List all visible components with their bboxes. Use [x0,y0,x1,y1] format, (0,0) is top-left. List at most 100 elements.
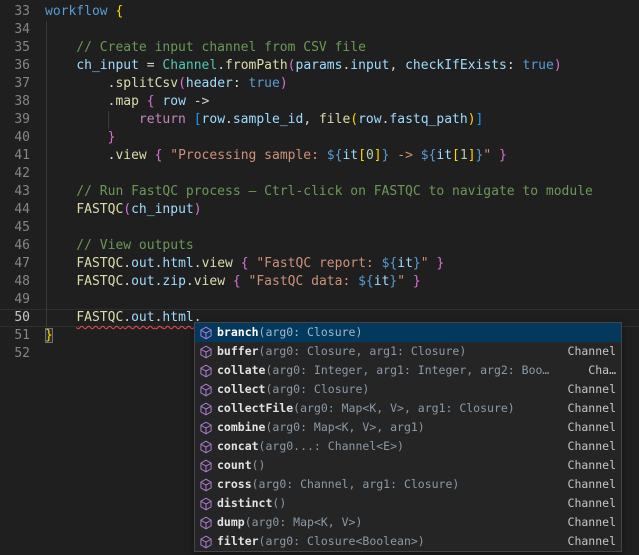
suggest-item-signature: () [252,456,266,475]
suggest-item-label: collectFile [217,399,293,418]
suggest-item-return-type: Channel [568,456,616,475]
line-number[interactable]: 35 [0,39,30,57]
method-icon [199,459,213,473]
method-icon [199,440,213,454]
suggest-item-return-type: Channel [568,494,616,513]
code-line[interactable]: FASTQC.out.html.view { "FastQC report: $… [45,255,639,273]
suggest-item-label: collect [217,380,265,399]
method-icon [199,516,213,530]
line-number[interactable]: 49 [0,291,30,309]
code-line[interactable]: // Create input channel from CSV file [45,39,639,57]
method-icon [199,497,213,511]
suggest-item-signature: (arg0: Integer, arg1: Integer, arg2: Boo… [265,361,549,380]
method-icon [199,402,213,416]
method-icon [199,421,213,435]
suggest-item-label: combine [217,418,265,437]
suggest-item-distinct[interactable]: distinct() Channel [195,494,621,513]
suggest-item-signature: (arg0: Map<K, V>, arg1) [265,418,424,437]
suggest-item-combine[interactable]: combine(arg0: Map<K, V>, arg1) Channel [195,418,621,437]
suggest-item-signature: (arg0: Closure) [265,380,369,399]
suggest-item-label: buffer [217,342,259,361]
suggest-item-return-type: Channel [568,513,616,532]
suggest-item-buffer[interactable]: buffer(arg0: Closure, arg1: Closure) Chan… [195,342,621,361]
code-editor: 3334353637383940414243444546474849505152… [0,0,639,555]
line-number[interactable]: 43 [0,183,30,201]
line-number[interactable]: 52 [0,345,30,363]
line-number[interactable]: 44 [0,201,30,219]
suggest-item-dump[interactable]: dump(arg0: Map<K, V>) Channel [195,513,621,532]
line-number[interactable]: 37 [0,75,30,93]
line-numbers: 3334353637383940414243444546474849505152 [0,3,30,363]
suggest-item-return-type: Channel [568,399,616,418]
method-icon [199,326,213,340]
suggest-item-signature: (arg0...: Channel<E>) [259,437,404,456]
suggest-item-collectFile[interactable]: collectFile(arg0: Map<K, V>, arg1: Closu… [195,399,621,418]
suggest-item-return-type: Channel [568,418,616,437]
code-line[interactable]: FASTQC(ch_input) [45,201,639,219]
suggest-item-return-type: Channel [568,475,616,494]
line-number[interactable]: 36 [0,57,30,75]
suggest-item-return-type: Channel [568,437,616,456]
code-line[interactable] [45,291,639,309]
code-line[interactable]: ch_input = Channel.fromPath(params.input… [45,57,639,75]
suggest-item-label: distinct [217,494,272,513]
code-line[interactable]: // View outputs [45,237,639,255]
suggest-list: branch(arg0: Closure) buffer(arg0: Closu… [195,323,621,551]
code-line[interactable]: .splitCsv(header: true) [45,75,639,93]
suggest-item-signature: (arg0: Map<K, V>, arg1: Closure) [293,399,515,418]
suggest-item-collect[interactable]: collect(arg0: Closure) Channel [195,380,621,399]
line-number[interactable]: 41 [0,147,30,165]
suggest-item-count[interactable]: count() Channel [195,456,621,475]
line-number[interactable]: 51 [0,327,30,345]
suggest-item-return-type: Channel [568,380,616,399]
method-icon [199,478,213,492]
autocomplete-dropdown: branch(arg0: Closure) buffer(arg0: Closu… [194,322,622,552]
suggest-item-branch[interactable]: branch(arg0: Closure) [195,323,621,342]
line-number[interactable]: 50 [0,309,30,327]
code-line[interactable]: return [row.sample_id, file(row.fastq_pa… [45,111,639,129]
line-number[interactable]: 38 [0,93,30,111]
code-line[interactable]: .map { row -> [45,93,639,111]
suggest-item-label: cross [217,475,252,494]
code-line[interactable]: FASTQC.out.zip.view { "FastQC data: ${it… [45,273,639,291]
code-line[interactable]: .view { "Processing sample: ${it[0]} -> … [45,147,639,165]
suggest-item-signature: (arg0: Closure) [259,323,363,342]
line-number[interactable]: 42 [0,165,30,183]
line-number[interactable]: 40 [0,129,30,147]
line-number[interactable]: 34 [0,21,30,39]
suggest-item-signature: (arg0: Closure, arg1: Closure) [259,342,467,361]
suggest-item-label: filter [217,532,259,551]
code-line[interactable]: // Run FastQC process — Ctrl-click on FA… [45,183,639,201]
code-line[interactable]: workflow { [45,3,639,21]
method-icon [199,364,213,378]
suggest-item-collate[interactable]: collate(arg0: Integer, arg1: Integer, ar… [195,361,621,380]
line-number[interactable]: 46 [0,237,30,255]
line-number[interactable]: 45 [0,219,30,237]
suggest-item-concat[interactable]: concat(arg0...: Channel<E>) Channel [195,437,621,456]
method-icon [199,535,213,549]
code-line[interactable] [45,165,639,183]
line-number[interactable]: 33 [0,3,30,21]
code-line[interactable] [45,21,639,39]
suggest-item-label: collate [217,361,265,380]
suggest-item-signature: (arg0: Closure<Boolean>) [259,532,425,551]
suggest-item-cross[interactable]: cross(arg0: Channel, arg1: Closure)Chann… [195,475,621,494]
suggest-item-label: concat [217,437,259,456]
suggest-item-filter[interactable]: filter(arg0: Closure<Boolean>) Channel [195,532,621,551]
method-icon [199,345,213,359]
suggest-item-signature: () [272,494,286,513]
suggest-item-return-type: Channel [568,342,616,361]
suggest-item-return-type: Channel [568,532,616,551]
code-line[interactable] [45,219,639,237]
code-lines: workflow { // Create input channel from … [45,3,639,363]
line-number[interactable]: 48 [0,273,30,291]
suggest-item-return-type: Cha… [588,361,616,380]
code-line[interactable]: } [45,129,639,147]
suggest-item-signature: (arg0: Map<K, V>) [245,513,363,532]
suggest-item-label: dump [217,513,245,532]
method-icon [199,383,213,397]
line-number[interactable]: 39 [0,111,30,129]
suggest-item-label: branch [217,323,259,342]
line-number[interactable]: 47 [0,255,30,273]
suggest-item-label: count [217,456,252,475]
